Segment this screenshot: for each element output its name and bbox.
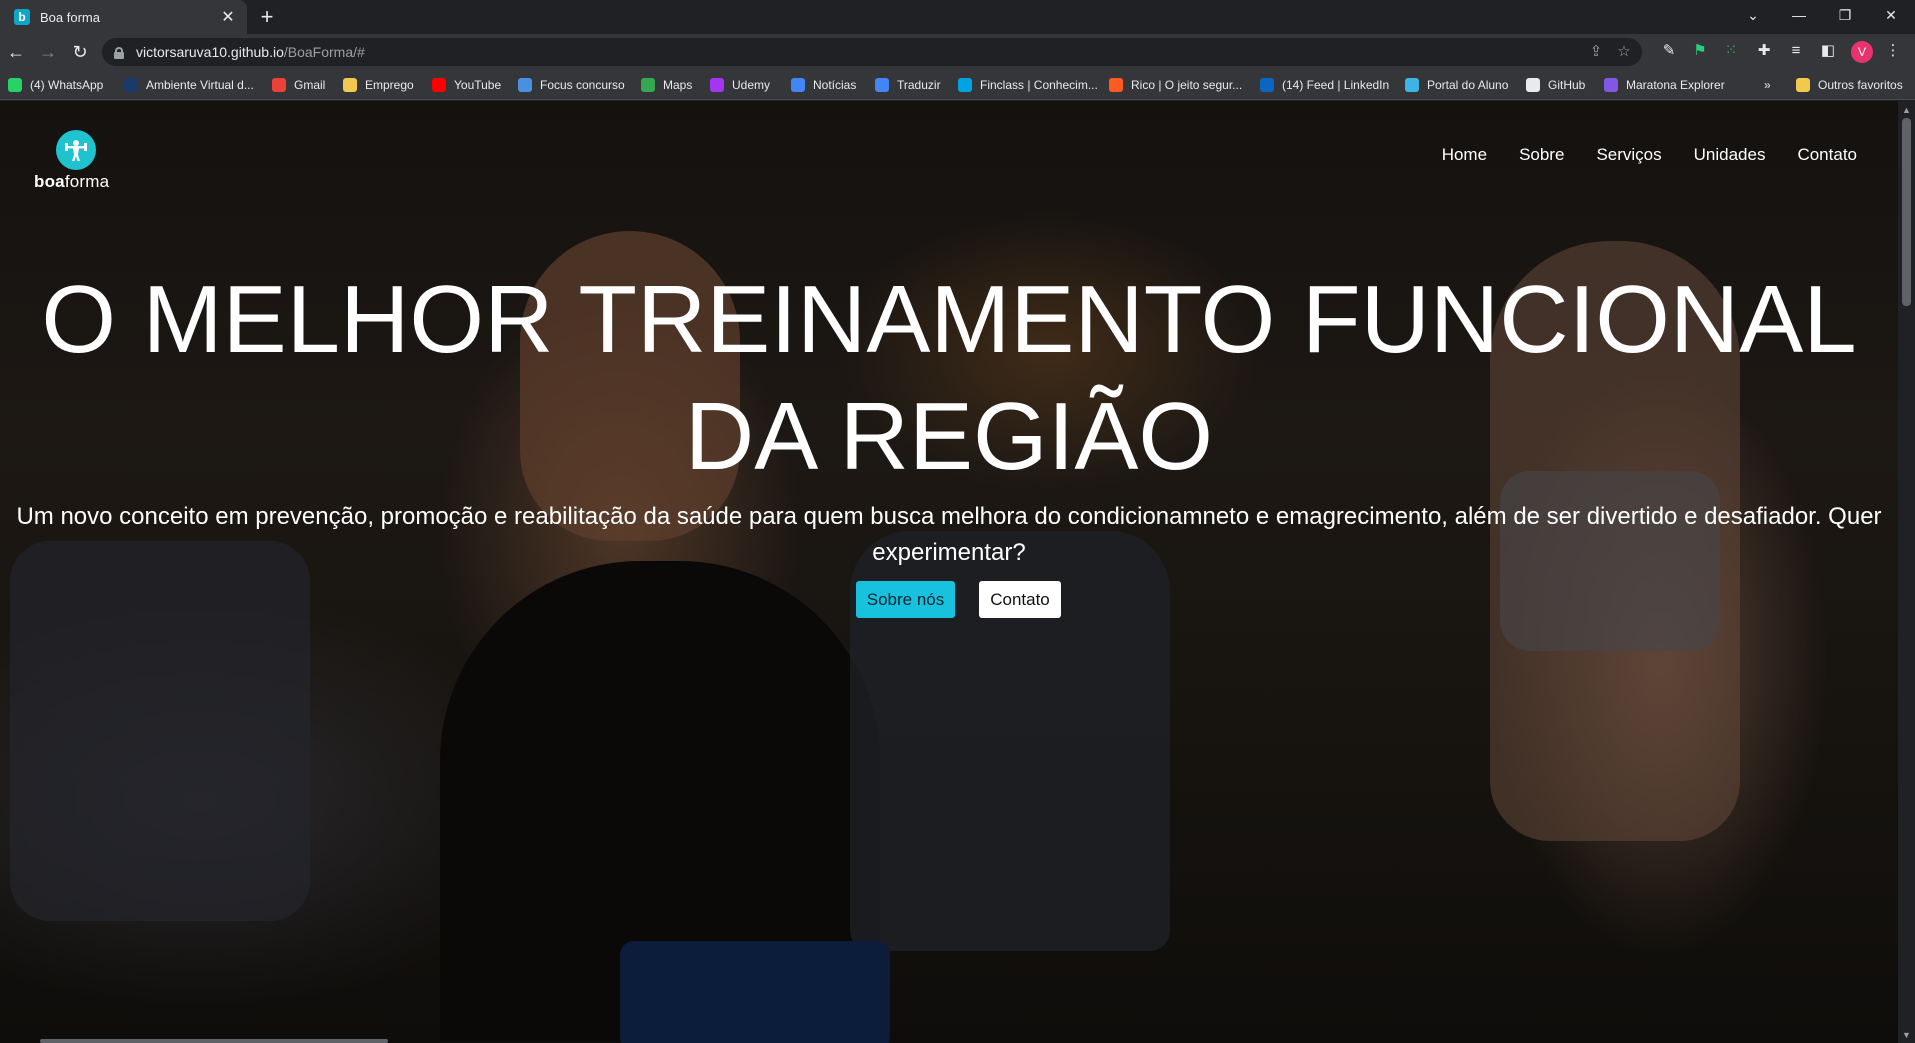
- bookmark-item[interactable]: Maratona Explorer: [1604, 75, 1725, 95]
- close-tab-icon[interactable]: ✕: [219, 7, 237, 27]
- scroll-up-icon[interactable]: ▲: [1900, 104, 1913, 116]
- bookmark-item[interactable]: Focus concurso: [518, 75, 625, 95]
- bookmark-star-icon[interactable]: ☆: [1614, 42, 1634, 62]
- nav-contato[interactable]: Contato: [1797, 145, 1857, 165]
- bookmark-item[interactable]: YouTube: [432, 75, 501, 95]
- nav-home[interactable]: Home: [1442, 145, 1487, 165]
- minimize-icon[interactable]: —: [1776, 0, 1822, 30]
- pen-extension-icon[interactable]: ✎: [1658, 40, 1680, 62]
- tab-title: Boa forma: [40, 9, 100, 25]
- extensions-puzzle-icon[interactable]: ✚: [1753, 40, 1775, 62]
- dotted-extension-icon[interactable]: ⁙: [1720, 40, 1742, 62]
- lock-icon[interactable]: [114, 46, 124, 59]
- url-path: /BoaForma/#: [283, 44, 365, 60]
- contact-button[interactable]: Contato: [979, 581, 1061, 618]
- new-tab-icon[interactable]: +: [254, 4, 280, 30]
- horizontal-scrollbar-thumb[interactable]: [40, 1039, 388, 1043]
- site-nav: Home Sobre Serviços Unidades Contato: [1410, 145, 1857, 165]
- active-tab[interactable]: b Boa forma ✕: [0, 0, 247, 34]
- media-queue-icon[interactable]: ≡: [1785, 40, 1807, 62]
- maps-icon: [641, 78, 655, 92]
- udemy-icon: [710, 78, 724, 92]
- bookmarks-bar: (4) WhatsApp Ambiente Virtual d... Gmail…: [0, 70, 1915, 100]
- dumbbell-logo-icon: [56, 130, 96, 170]
- focus-icon: [518, 78, 532, 92]
- whatsapp-icon: [8, 78, 22, 92]
- nav-servicos[interactable]: Serviços: [1596, 145, 1661, 165]
- site-logo[interactable]: boaforma: [34, 130, 124, 192]
- folder-icon: [1796, 78, 1810, 92]
- linkedin-icon: [1260, 78, 1274, 92]
- page-viewport: boaforma Home Sobre Serviços Unidades Co…: [0, 101, 1898, 1043]
- scrollbar-thumb[interactable]: [1902, 118, 1911, 306]
- background-photo-shape: [440, 561, 880, 1041]
- forward-icon[interactable]: →: [36, 40, 60, 64]
- news-icon: [791, 78, 805, 92]
- hero-subtitle: Um novo conceito em prevenção, promoção …: [16, 503, 1882, 566]
- bookmark-item[interactable]: Portal do Aluno: [1405, 75, 1508, 95]
- bookmark-item[interactable]: Rico | O jeito segur...: [1109, 75, 1242, 95]
- background-photo-shape: [10, 541, 310, 921]
- side-panel-icon[interactable]: ◧: [1817, 40, 1839, 62]
- tab-strip: b Boa forma ✕ + ⌄ — ❐ ✕: [0, 0, 1915, 34]
- youtube-icon: [432, 78, 446, 92]
- browser-toolbar: ← → ↻ victorsaruva10.github.io/BoaForma/…: [0, 34, 1915, 70]
- bookmark-item[interactable]: Emprego: [343, 75, 414, 95]
- profile-avatar[interactable]: V: [1851, 41, 1873, 63]
- bookmark-item[interactable]: Traduzir: [875, 75, 941, 95]
- site-favicon-icon: b: [14, 9, 30, 25]
- github-icon: [1526, 78, 1540, 92]
- bookmark-item[interactable]: Maps: [641, 75, 692, 95]
- tab-search-icon[interactable]: ⌄: [1730, 0, 1776, 30]
- bookmark-item[interactable]: Notícias: [791, 75, 856, 95]
- reload-icon[interactable]: ↻: [68, 40, 92, 64]
- back-icon[interactable]: ←: [4, 40, 28, 64]
- about-button[interactable]: Sobre nós: [856, 581, 955, 618]
- bookmark-item[interactable]: GitHub: [1526, 75, 1585, 95]
- share-icon[interactable]: ⇪: [1586, 42, 1606, 62]
- portal-icon: [1405, 78, 1419, 92]
- close-window-icon[interactable]: ✕: [1868, 0, 1914, 30]
- address-bar[interactable]: victorsaruva10.github.io/BoaForma/# ⇪ ☆: [102, 38, 1642, 66]
- folder-icon: [343, 78, 357, 92]
- bookmarks-overflow-button[interactable]: »: [1764, 75, 1771, 95]
- menu-kebab-icon[interactable]: ⋮: [1882, 40, 1904, 62]
- bookmark-item[interactable]: Udemy: [710, 75, 770, 95]
- finclass-icon: [958, 78, 972, 92]
- bookmark-item[interactable]: Ambiente Virtual d...: [124, 75, 254, 95]
- rico-icon: [1109, 78, 1123, 92]
- rocket-icon: [1604, 78, 1618, 92]
- translate-icon: [875, 78, 889, 92]
- url-host: victorsaruva10.github.io: [136, 44, 284, 60]
- scroll-down-icon[interactable]: ▼: [1900, 1029, 1913, 1041]
- green-extension-icon[interactable]: ⚑: [1689, 40, 1711, 62]
- gmail-icon: [272, 78, 286, 92]
- background-photo-shape: [620, 941, 890, 1043]
- bookmark-item[interactable]: (14) Feed | LinkedIn: [1260, 75, 1389, 95]
- hero-title: O MELHOR TREINAMENTO FUNCIONAL DA REGIÃO: [41, 266, 1857, 490]
- bookmark-item[interactable]: Finclass | Conhecim...: [958, 75, 1098, 95]
- nav-sobre[interactable]: Sobre: [1519, 145, 1564, 165]
- virtual-env-icon: [124, 78, 138, 92]
- other-bookmarks-folder[interactable]: Outros favoritos: [1796, 75, 1903, 95]
- bookmark-item[interactable]: Gmail: [272, 75, 325, 95]
- restore-icon[interactable]: ❐: [1822, 0, 1868, 30]
- logo-wordmark: boaforma: [34, 172, 110, 191]
- nav-unidades[interactable]: Unidades: [1694, 145, 1766, 165]
- bookmark-item[interactable]: (4) WhatsApp: [8, 75, 103, 95]
